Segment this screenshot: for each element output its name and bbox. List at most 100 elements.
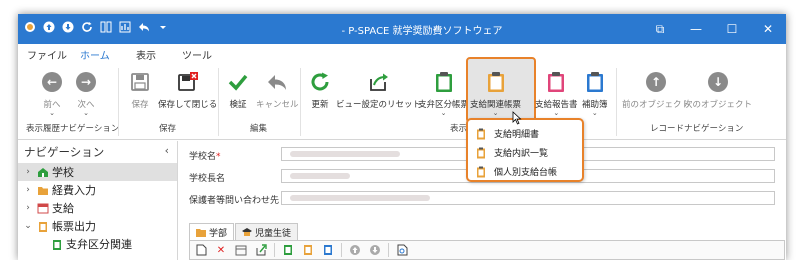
detail-toolbar: ✕ — [189, 240, 785, 260]
close-button[interactable]: ✕ — [750, 14, 786, 44]
clipboard-orange-icon — [477, 166, 485, 177]
clipboard-blue-icon — [583, 70, 607, 94]
minimize-button[interactable]: — — [678, 14, 714, 44]
folder-icon — [38, 186, 48, 195]
verify-button[interactable]: 検証 — [226, 66, 250, 110]
nav-item-support-category[interactable]: 支弁区分関連 — [18, 235, 177, 253]
menu-item-label: 支給内訳一覧 — [494, 149, 549, 159]
support-report-button[interactable]: 支給報告書 ⌄ — [535, 66, 578, 117]
expand-arrow-icon[interactable]: › — [22, 203, 34, 213]
save-icon — [128, 70, 152, 94]
toolbar-divider — [388, 243, 389, 257]
support-related-report-content[interactable]: 支給関連帳票 ⌄ — [470, 66, 521, 117]
restore-button[interactable]: ⧉ — [642, 14, 678, 44]
nav-item-report-output[interactable]: ⌄ 帳票出力 — [18, 217, 177, 235]
ribbon: ← 前へ ⌄ → 次へ ⌄ 表示履歴ナビゲーション 保存 保存して閉じる 保存 — [18, 57, 786, 140]
maximize-button[interactable]: ☐ — [714, 14, 750, 44]
undo-arrow-icon — [265, 70, 289, 94]
nav-item-expense-input[interactable]: › 経費入力 — [18, 181, 177, 199]
support-category-report-button[interactable]: 支弁区分帳票 ⌄ — [418, 66, 469, 117]
table-icon[interactable] — [234, 243, 248, 257]
expand-arrow-icon[interactable]: › — [22, 167, 34, 177]
group-label-save: 保存 — [159, 124, 177, 134]
prev-object-button[interactable]: ↑ 前のオブジェクト — [622, 66, 690, 110]
chevron-down-icon: ⌄ — [83, 109, 89, 117]
reset-view-label: ビュー設定のリセット — [336, 100, 422, 110]
menu-item-label: 個人別支給台帳 — [494, 168, 558, 178]
next-object-button[interactable]: ↓ 次のオブジェクト — [684, 66, 752, 110]
chevron-down-icon: ⌄ — [591, 109, 598, 117]
app-window: - P-SPACE 就学奨励費ソフトウェア ⧉ — ☐ ✕ ファイル ホーム 表… — [18, 14, 786, 260]
guardian-contact-label: 保護者等問い合わせ先 — [189, 196, 280, 206]
save-label: 保存 — [131, 100, 149, 110]
nav-item-label: 学校 — [52, 166, 74, 179]
subtabs: 学部 児童生徒 — [189, 223, 299, 240]
clipboard-pink-icon — [544, 70, 568, 94]
save-close-button[interactable]: 保存して閉じる — [158, 66, 217, 110]
reset-view-button[interactable]: ビュー設定のリセット — [336, 66, 421, 110]
prev-object-label: 前のオブジェクト — [622, 100, 691, 110]
arrow-right-icon: → — [76, 72, 96, 92]
school-icon — [38, 167, 48, 177]
reset-view-icon — [367, 70, 391, 94]
clipboard-green-icon[interactable] — [281, 243, 295, 257]
tab-view[interactable]: 表示 — [136, 47, 156, 62]
verify-label: 検証 — [229, 100, 247, 110]
ribbon-tabs: ファイル ホーム 表示 ツール — [18, 44, 786, 66]
save-close-label: 保存して閉じる — [158, 100, 218, 110]
group-divider — [300, 68, 301, 136]
collapse-nav-button[interactable]: ‹ — [165, 144, 169, 157]
folder-icon — [196, 228, 206, 237]
nav-item-school[interactable]: › 学校 — [18, 163, 177, 181]
new-document-icon[interactable] — [194, 243, 208, 257]
menu-item-individual-ledger[interactable]: 個人別支給台帳 — [468, 162, 582, 181]
tab-home[interactable]: ホーム — [78, 47, 112, 66]
menu-item-payment-statement[interactable]: 支給明細書 — [468, 124, 582, 143]
mouse-cursor-icon — [512, 111, 522, 125]
save-button[interactable]: 保存 — [128, 66, 152, 110]
expand-arrow-icon[interactable]: ⌄ — [22, 221, 34, 231]
arrow-left-icon: ← — [42, 72, 62, 92]
cancel-label: キャンセル — [256, 100, 299, 110]
refresh-label: 更新 — [311, 100, 329, 110]
subsidy-book-button[interactable]: 補助簿 ⌄ — [582, 66, 608, 117]
tab-department[interactable]: 学部 — [189, 223, 235, 240]
toolbar-divider — [274, 243, 275, 257]
nav-item-label: 経費入力 — [52, 184, 96, 197]
tab-tools[interactable]: ツール — [182, 47, 212, 62]
arrow-up-icon[interactable] — [348, 243, 362, 257]
menu-item-label: 支給明細書 — [494, 130, 540, 140]
forward-button[interactable]: → 次へ ⌄ — [74, 66, 98, 117]
arrow-down-icon: ↓ — [708, 72, 728, 92]
save-close-icon — [176, 70, 200, 94]
arrow-up-icon: ↑ — [646, 72, 666, 92]
nav-item-label: 支弁区分関連 — [66, 238, 132, 251]
group-label-view: 表示 — [450, 124, 468, 134]
checkmark-icon — [226, 70, 250, 94]
preview-icon[interactable] — [395, 243, 409, 257]
nav-item-label: 支給 — [52, 202, 74, 215]
clipboard-blue-icon[interactable] — [321, 243, 335, 257]
tab-students[interactable]: 児童生徒 — [235, 223, 299, 240]
clipboard-orange-icon[interactable] — [301, 243, 315, 257]
menu-item-payment-breakdown[interactable]: 支給内訳一覧 — [468, 143, 582, 162]
group-label-edit: 編集 — [250, 124, 268, 134]
navigation-pane: ナビゲーション ‹ › 学校 › 経費入力 › 支給 ⌄ 帳票出力 支弁区分関連 — [18, 141, 178, 260]
expand-arrow-icon[interactable]: › — [22, 185, 34, 195]
delete-icon[interactable]: ✕ — [214, 243, 228, 257]
tab-file[interactable]: ファイル — [27, 47, 67, 62]
clipboard-orange-icon — [484, 70, 508, 94]
guardian-contact-field[interactable] — [281, 191, 775, 205]
cancel-button[interactable]: キャンセル — [256, 66, 299, 110]
nav-item-label: 帳票出力 — [52, 220, 96, 233]
nav-item-payment[interactable]: › 支給 — [18, 199, 177, 217]
refresh-button[interactable]: 更新 — [308, 66, 332, 110]
group-label-nav-history: 表示履歴ナビゲーション — [26, 124, 120, 134]
back-button[interactable]: ← 前へ ⌄ — [40, 66, 64, 117]
group-divider — [118, 68, 119, 136]
arrow-down-icon[interactable] — [368, 243, 382, 257]
chevron-down-icon: ⌄ — [553, 109, 560, 117]
required-mark: * — [216, 152, 221, 162]
school-name-label: 学校名* — [189, 152, 221, 162]
export-icon[interactable] — [254, 243, 268, 257]
